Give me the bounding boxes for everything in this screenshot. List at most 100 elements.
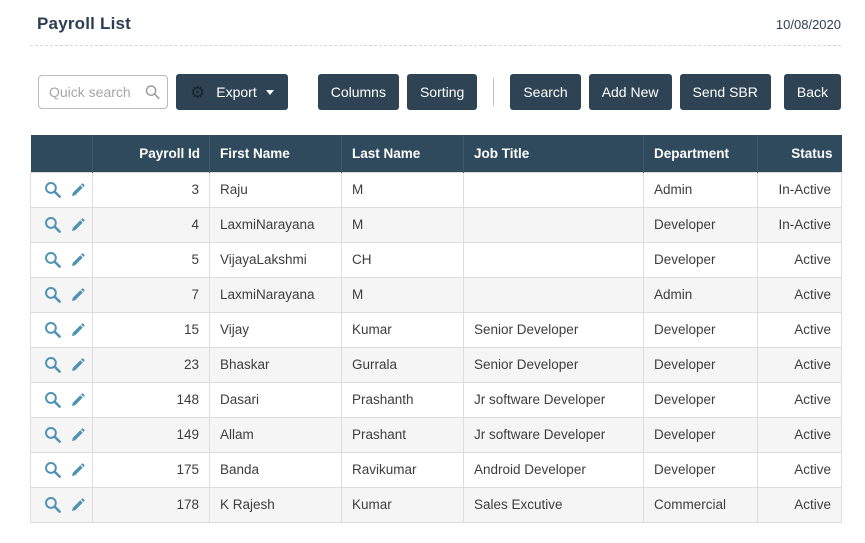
sorting-button-label: Sorting	[420, 84, 464, 100]
quick-search-wrap	[38, 75, 168, 109]
send-sbr-button[interactable]: Send SBR	[680, 74, 771, 110]
caret-down-icon	[266, 90, 274, 95]
view-row-button[interactable]	[43, 215, 62, 234]
cell-actions	[31, 277, 93, 312]
view-row-button[interactable]	[43, 180, 62, 199]
cell-status: Active	[758, 347, 842, 382]
cell-department: Admin	[644, 277, 758, 312]
sorting-button[interactable]: Sorting	[407, 74, 477, 110]
edit-row-button[interactable]	[70, 427, 86, 443]
table-row: 148 Dasari Prashanth Jr software Develop…	[31, 382, 842, 417]
cell-last-name: M	[342, 172, 464, 207]
edit-row-button[interactable]	[70, 217, 86, 233]
cell-status: Active	[758, 487, 842, 522]
header-job-title[interactable]: Job Title	[464, 135, 644, 172]
cell-payroll-id: 4	[93, 207, 210, 242]
toolbar: ⚙ Export Columns Sorting Search Add New …	[30, 74, 841, 110]
columns-button[interactable]: Columns	[318, 74, 399, 110]
cell-status: In-Active	[758, 207, 842, 242]
magnifier-icon	[43, 362, 62, 377]
table-row: 3 Raju M Admin In-Active	[31, 172, 842, 207]
view-row-button[interactable]	[43, 285, 62, 304]
cell-payroll-id: 23	[93, 347, 210, 382]
pencil-icon	[70, 501, 86, 516]
pencil-icon	[70, 396, 86, 411]
search-button[interactable]: Search	[510, 74, 580, 110]
header-first-name[interactable]: First Name	[210, 135, 342, 172]
cell-actions	[31, 312, 93, 347]
cell-department: Developer	[644, 347, 758, 382]
table-row: 175 Banda Ravikumar Android Developer De…	[31, 452, 842, 487]
table-body: 3 Raju M Admin In-Active	[31, 172, 842, 522]
cell-status: Active	[758, 417, 842, 452]
export-button[interactable]: ⚙ Export	[176, 74, 288, 110]
pencil-icon	[70, 431, 86, 446]
add-new-button[interactable]: Add New	[589, 74, 672, 110]
magnifier-icon	[43, 502, 62, 517]
table-row: 5 VijayaLakshmi CH Developer Active	[31, 242, 842, 277]
cell-first-name: Vijay	[210, 312, 342, 347]
view-row-button[interactable]	[43, 495, 62, 514]
magnifier-icon	[43, 292, 62, 307]
pencil-icon	[70, 221, 86, 236]
payroll-list-page: Payroll List 10/08/2020 ⚙ Export Columns…	[0, 0, 865, 523]
edit-row-button[interactable]	[70, 462, 86, 478]
view-row-button[interactable]	[43, 250, 62, 269]
cell-department: Developer	[644, 207, 758, 242]
cell-actions	[31, 452, 93, 487]
edit-row-button[interactable]	[70, 392, 86, 408]
edit-row-button[interactable]	[70, 182, 86, 198]
cell-job-title	[464, 172, 644, 207]
edit-row-button[interactable]	[70, 252, 86, 268]
view-row-button[interactable]	[43, 425, 62, 444]
search-button-label: Search	[523, 84, 567, 100]
cell-department: Commercial	[644, 487, 758, 522]
cell-actions	[31, 417, 93, 452]
toolbar-separator	[493, 78, 494, 106]
cell-actions	[31, 382, 93, 417]
cell-first-name: Raju	[210, 172, 342, 207]
cell-job-title: Android Developer	[464, 452, 644, 487]
header-payroll-id[interactable]: Payroll Id	[93, 135, 210, 172]
header-department[interactable]: Department	[644, 135, 758, 172]
edit-row-button[interactable]	[70, 287, 86, 303]
cell-status: Active	[758, 382, 842, 417]
view-row-button[interactable]	[43, 460, 62, 479]
view-row-button[interactable]	[43, 390, 62, 409]
header-last-name[interactable]: Last Name	[342, 135, 464, 172]
table-row: 23 Bhaskar Gurrala Senior Developer Deve…	[31, 347, 842, 382]
cell-last-name: Kumar	[342, 487, 464, 522]
edit-row-button[interactable]	[70, 497, 86, 513]
cell-status: Active	[758, 452, 842, 487]
cell-last-name: Prashant	[342, 417, 464, 452]
view-row-button[interactable]	[43, 355, 62, 374]
edit-row-button[interactable]	[70, 322, 86, 338]
cell-actions	[31, 347, 93, 382]
back-button[interactable]: Back	[784, 74, 841, 110]
cell-actions	[31, 207, 93, 242]
edit-row-button[interactable]	[70, 357, 86, 373]
cell-last-name: Kumar	[342, 312, 464, 347]
view-row-button[interactable]	[43, 320, 62, 339]
send-sbr-button-label: Send SBR	[693, 84, 758, 100]
header-status[interactable]: Status	[758, 135, 842, 172]
cell-actions	[31, 487, 93, 522]
pencil-icon	[70, 361, 86, 376]
cell-job-title: Sales Excutive	[464, 487, 644, 522]
magnifier-icon	[43, 467, 62, 482]
pencil-icon	[70, 466, 86, 481]
cell-department: Admin	[644, 172, 758, 207]
cell-first-name: Allam	[210, 417, 342, 452]
table-row: 4 LaxmiNarayana M Developer In-Active	[31, 207, 842, 242]
table-row: 149 Allam Prashant Jr software Developer…	[31, 417, 842, 452]
magnifier-icon	[43, 187, 62, 202]
table-row: 178 K Rajesh Kumar Sales Excutive Commer…	[31, 487, 842, 522]
table-header: Payroll Id First Name Last Name Job Titl…	[31, 135, 842, 172]
magnifier-icon	[43, 257, 62, 272]
cell-department: Developer	[644, 417, 758, 452]
cell-payroll-id: 5	[93, 242, 210, 277]
cell-department: Developer	[644, 382, 758, 417]
pencil-icon	[70, 326, 86, 341]
header-actions	[31, 135, 93, 172]
cell-status: Active	[758, 277, 842, 312]
